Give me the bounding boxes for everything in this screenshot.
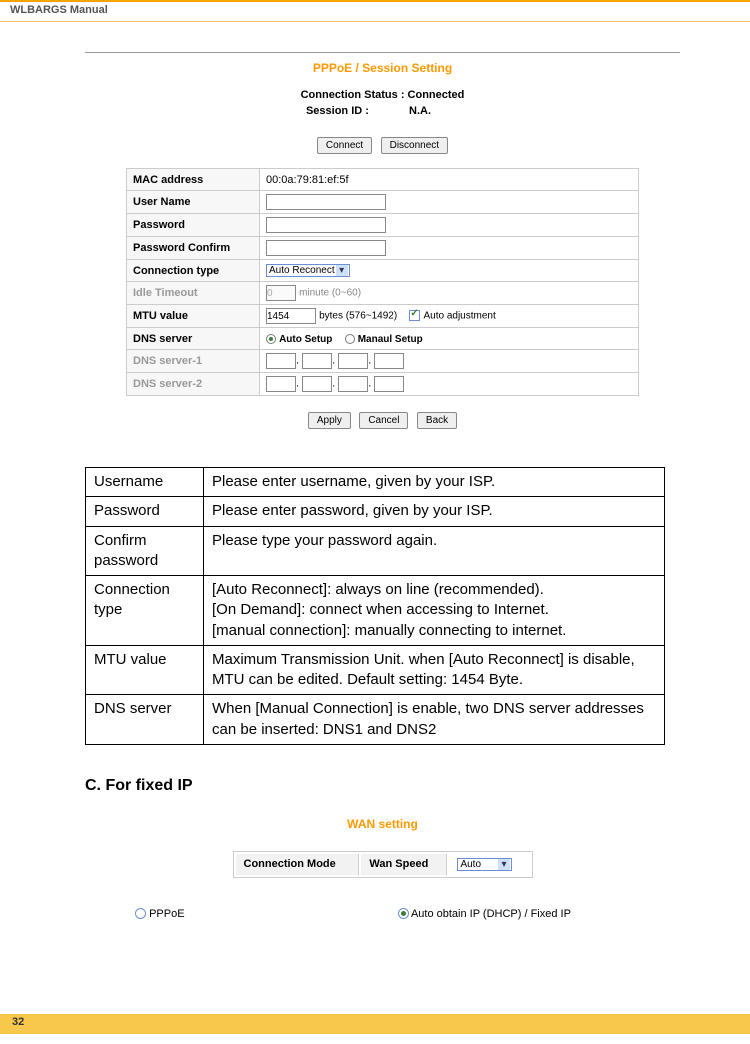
def-val: Please enter password, given by your ISP… <box>204 497 665 526</box>
username-label: User Name <box>127 191 260 214</box>
wan-speed-label: Wan Speed <box>361 854 447 875</box>
back-button[interactable]: Back <box>417 412 457 429</box>
table-row: Confirm passwordPlease type your passwor… <box>86 526 665 576</box>
table-row: DNS serverWhen [Manual Connection] is en… <box>86 695 665 745</box>
def-key: Connection type <box>86 576 204 646</box>
conn-status-label: Connection Status : <box>301 89 405 101</box>
mtu-input[interactable] <box>266 308 316 324</box>
apply-button[interactable]: Apply <box>308 412 351 429</box>
pppoe-radio[interactable] <box>135 908 146 919</box>
table-row: UsernamePlease enter username, given by … <box>86 468 665 497</box>
definition-table: UsernamePlease enter username, given by … <box>85 467 665 745</box>
section-heading-c: C. For fixed IP <box>85 777 680 795</box>
def-key: Confirm password <box>86 526 204 576</box>
wan-mode-radios: PPPoE Auto obtain IP (DHCP) / Fixed IP <box>85 908 680 920</box>
pppoe-radio-label: PPPoE <box>149 908 184 920</box>
def-key: Password <box>86 497 204 526</box>
dns1-b[interactable] <box>302 353 332 369</box>
doc-header: WLBARGS Manual <box>0 0 750 22</box>
def-key: DNS server <box>86 695 204 745</box>
dns1-c[interactable] <box>338 353 368 369</box>
dns2-a[interactable] <box>266 376 296 392</box>
dns2-inputs: . . . <box>260 373 639 396</box>
dns1-a[interactable] <box>266 353 296 369</box>
username-input[interactable] <box>266 194 386 210</box>
mtu-label: MTU value <box>127 305 260 328</box>
idle-label: Idle Timeout <box>127 282 260 305</box>
dns-auto-label: Auto Setup <box>279 334 332 345</box>
idle-unit: minute (0~60) <box>299 288 361 299</box>
idle-input[interactable] <box>266 285 296 301</box>
dns2-d[interactable] <box>374 376 404 392</box>
table-row: MTU valueMaximum Transmission Unit. when… <box>86 645 665 695</box>
dhcp-radio-label: Auto obtain IP (DHCP) / Fixed IP <box>411 908 571 920</box>
def-val: Maximum Transmission Unit. when [Auto Re… <box>204 645 665 695</box>
wan-conn-table: Connection Mode Wan Speed Auto <box>233 851 533 878</box>
table-row: PasswordPlease enter password, given by … <box>86 497 665 526</box>
dhcp-radio[interactable] <box>398 908 409 919</box>
conn-mode-label: Connection Mode <box>236 854 360 875</box>
mtu-hint: bytes (576~1492) <box>319 311 397 322</box>
dns1-d[interactable] <box>374 353 404 369</box>
dns-manual-label: Manaul Setup <box>358 334 423 345</box>
pppoe-section: PPPoE / Session Setting Connection Statu… <box>85 52 680 429</box>
mac-label: MAC address <box>127 169 260 191</box>
conntype-select[interactable]: Auto Reconect <box>266 264 350 277</box>
wan-speed-select[interactable]: Auto <box>457 858 512 871</box>
session-value: N.A. <box>409 105 479 117</box>
def-val: [Auto Reconnect]: always on line (recomm… <box>204 576 665 646</box>
password-input[interactable] <box>266 217 386 233</box>
conn-status: Connection Status : Connected <box>85 89 680 101</box>
cancel-button[interactable]: Cancel <box>359 412 408 429</box>
pppoe-form-table: MAC address 00:0a:79:81:ef:5f User Name … <box>126 168 639 396</box>
def-val: Please type your password again. <box>204 526 665 576</box>
doc-title: WLBARGS Manual <box>10 4 108 16</box>
conntype-label: Connection type <box>127 260 260 282</box>
dns-manual-radio[interactable] <box>345 334 355 344</box>
password-label: Password <box>127 214 260 237</box>
connect-button[interactable]: Connect <box>317 137 372 154</box>
def-key: Username <box>86 468 204 497</box>
passconf-input[interactable] <box>266 240 386 256</box>
mtu-auto-checkbox[interactable] <box>409 310 420 321</box>
session-row: Session ID : N.A. <box>85 105 680 117</box>
disconnect-button[interactable]: Disconnect <box>381 137 448 154</box>
dns2-c[interactable] <box>338 376 368 392</box>
dns2-label: DNS server-2 <box>127 373 260 396</box>
pppoe-title: PPPoE / Session Setting <box>85 61 680 75</box>
page-footer: 32 <box>0 1014 750 1034</box>
def-val: When [Manual Connection] is enable, two … <box>204 695 665 745</box>
table-row: Connection type[Auto Reconnect]: always … <box>86 576 665 646</box>
page-number: 32 <box>12 1016 24 1028</box>
dns2-b[interactable] <box>302 376 332 392</box>
mac-value: 00:0a:79:81:ef:5f <box>260 169 639 191</box>
dns-auto-radio[interactable] <box>266 334 276 344</box>
conn-status-value: Connected <box>408 89 465 101</box>
session-label: Session ID : <box>286 105 406 117</box>
mtu-auto-label: Auto adjustment <box>423 311 495 322</box>
dns1-inputs: . . . <box>260 350 639 373</box>
wan-title: WAN setting <box>85 817 680 831</box>
passconf-label: Password Confirm <box>127 237 260 260</box>
def-key: MTU value <box>86 645 204 695</box>
def-val: Please enter username, given by your ISP… <box>204 468 665 497</box>
dns-label: DNS server <box>127 328 260 350</box>
dns1-label: DNS server-1 <box>127 350 260 373</box>
